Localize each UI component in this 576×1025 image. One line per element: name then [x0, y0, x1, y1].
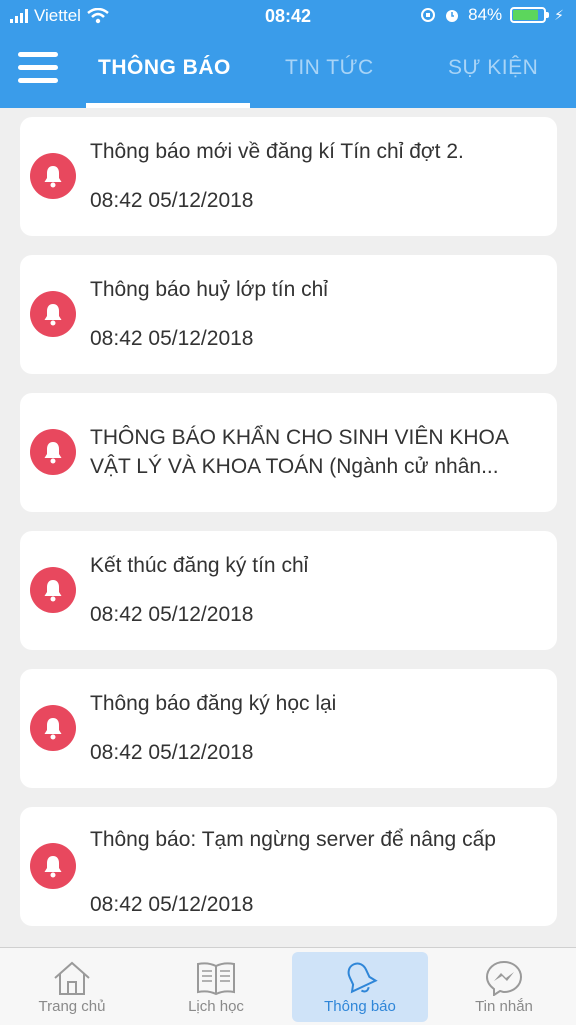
bell-icon: [30, 429, 76, 475]
messenger-icon: [485, 960, 523, 996]
battery-icon: [510, 7, 550, 23]
charging-icon: ⚡: [554, 6, 564, 23]
notification-item[interactable]: Thông báo: Tạm ngừng server để nâng cấp …: [20, 807, 557, 926]
notification-time: 08:42 05/12/2018: [90, 189, 254, 212]
notification-title: Thông báo huỷ lớp tín chỉ: [90, 278, 328, 301]
notification-time: 08:42 05/12/2018: [90, 741, 254, 764]
notification-time: 08:42 05/12/2018: [90, 893, 254, 916]
notification-time: 08:42 05/12/2018: [90, 603, 254, 626]
menu-button[interactable]: [18, 52, 58, 84]
notification-title: Thông báo: Tạm ngừng server để nâng cấp: [90, 828, 496, 851]
nav-label: Tin nhắn: [475, 998, 533, 1015]
nav-trang-chu[interactable]: Trang chủ: [4, 952, 140, 1022]
status-right: 84% ⚡: [420, 5, 564, 25]
nav-thong-bao[interactable]: Thông báo: [292, 952, 428, 1022]
status-bar: Viettel 08:42 84% ⚡: [0, 0, 576, 34]
nav-label: Trang chủ: [38, 998, 106, 1015]
notification-item[interactable]: Thông báo huỷ lớp tín chỉ 08:42 05/12/20…: [20, 255, 557, 374]
bell-icon: [30, 153, 76, 199]
book-icon: [197, 962, 235, 996]
notification-title: THÔNG BÁO KHẨN CHO SINH VIÊN KHOA VẬT LÝ…: [90, 426, 508, 478]
app-header: Viettel 08:42 84% ⚡ THÔNG BÁO TIN TỨC SỰ…: [0, 0, 576, 108]
bottom-navigation: Trang chủ Lịch học Thông báo Tin nhắn: [0, 947, 576, 1025]
home-icon: [54, 961, 90, 995]
bell-icon: [30, 843, 76, 889]
notification-item[interactable]: Thông báo đăng ký học lại 08:42 05/12/20…: [20, 669, 557, 788]
tab-tin-tuc[interactable]: TIN TỨC: [285, 56, 374, 80]
tab-su-kien[interactable]: SỰ KIỆN: [448, 56, 538, 80]
notification-title: Thông báo mới về đăng kí Tín chỉ đợt 2.: [90, 140, 464, 163]
tab-thong-bao[interactable]: THÔNG BÁO: [98, 56, 231, 80]
bell-icon: [347, 962, 378, 994]
bell-icon: [30, 567, 76, 613]
notification-item[interactable]: THÔNG BÁO KHẨN CHO SINH VIÊN KHOA VẬT LÝ…: [20, 393, 557, 512]
nav-lich-hoc[interactable]: Lịch học: [148, 952, 284, 1022]
nav-label: Lịch học: [188, 998, 244, 1015]
notification-time: 08:42 05/12/2018: [90, 327, 254, 350]
rotation-lock-icon: [421, 8, 436, 22]
notification-item[interactable]: Thông báo mới về đăng kí Tín chỉ đợt 2. …: [20, 117, 557, 236]
notification-title: Thông báo đăng ký học lại: [90, 692, 337, 715]
notification-title: Kết thúc đăng ký tín chỉ: [90, 554, 309, 577]
nav-label: Thông báo: [324, 998, 396, 1015]
nav-tin-nhan[interactable]: Tin nhắn: [436, 952, 572, 1022]
alarm-icon: [446, 10, 459, 22]
active-tab-indicator: [86, 103, 250, 108]
notification-item[interactable]: Kết thúc đăng ký tín chỉ 08:42 05/12/201…: [20, 531, 557, 650]
bell-icon: [30, 291, 76, 337]
battery-percent: 84%: [468, 5, 503, 24]
bell-icon: [30, 705, 76, 751]
